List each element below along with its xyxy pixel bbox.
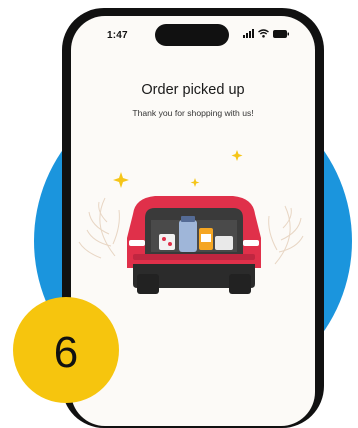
page-subtitle: Thank you for shopping with us! <box>132 108 254 118</box>
leaf-decoration-right <box>268 205 304 265</box>
wifi-icon <box>258 29 269 38</box>
status-time: 1:47 <box>107 30 128 41</box>
step-number: 6 <box>53 328 79 377</box>
signal-icon <box>243 29 254 38</box>
car-body <box>127 196 261 294</box>
battery-icon <box>273 29 289 38</box>
car-illustration <box>78 150 304 294</box>
status-icons <box>243 29 289 38</box>
step-number-badge: 6 <box>13 297 119 403</box>
dynamic-island <box>155 24 229 46</box>
leaf-decoration-left <box>78 197 120 259</box>
page-title: Order picked up <box>141 82 245 98</box>
